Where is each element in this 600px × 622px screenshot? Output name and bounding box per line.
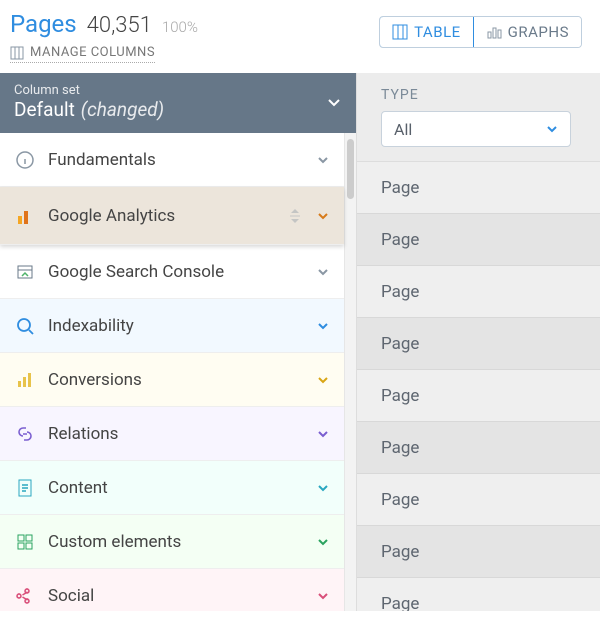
grid-icon (14, 531, 36, 553)
group-label: Social (48, 586, 316, 606)
view-table-label: TABLE (414, 23, 461, 41)
cell-type: Page (381, 594, 419, 612)
gsc-icon (14, 261, 36, 283)
share-icon (14, 585, 36, 607)
chevron-down-icon[interactable] (316, 373, 330, 387)
page-title: Pages (10, 10, 77, 38)
link-icon (14, 423, 36, 445)
chevron-down-icon[interactable] (316, 481, 330, 495)
cell-type: Page (381, 230, 419, 250)
table-row[interactable]: Page (357, 526, 600, 578)
cell-type: Page (381, 438, 419, 458)
search-icon (14, 315, 36, 337)
right-header: TYPE All (357, 73, 600, 162)
view-graphs-label: GRAPHS (508, 23, 569, 41)
page-count: 40,351 (87, 13, 152, 38)
view-toggle: TABLE GRAPHS (379, 16, 582, 48)
group-item-fundamentals[interactable]: Fundamentals (0, 133, 344, 187)
page-header: Pages 40,351 100% MANAGE COLUMNS TABLE G… (0, 0, 600, 73)
cell-type: Page (381, 490, 419, 510)
column-set-status: (changed) (81, 98, 164, 121)
type-filter-select[interactable]: All (381, 111, 571, 147)
chevron-down-icon[interactable] (316, 153, 330, 167)
group-item-ga[interactable]: Google Analytics (0, 187, 344, 245)
page-percent: 100% (162, 18, 198, 36)
group-item-conversions[interactable]: Conversions (0, 353, 344, 407)
table-row[interactable]: Page (357, 162, 600, 214)
table-row[interactable]: Page (357, 370, 600, 422)
chevron-down-icon[interactable] (316, 427, 330, 441)
cell-type: Page (381, 334, 419, 354)
group-label: Conversions (48, 370, 316, 390)
manage-columns-label: MANAGE COLUMNS (30, 45, 155, 60)
body: Column set Default (changed) Fundamental… (0, 73, 600, 611)
type-filter-value: All (394, 120, 412, 139)
group-list: Fundamentals Google Analytics Google Sea… (0, 133, 344, 611)
table-row[interactable]: Page (357, 318, 600, 370)
right-pane: TYPE All Page Page Page Page Page Page P… (356, 73, 600, 611)
doc-icon (14, 477, 36, 499)
group-label: Content (48, 478, 316, 498)
group-item-relations[interactable]: Relations (0, 407, 344, 461)
group-item-content[interactable]: Content (0, 461, 344, 515)
group-item-custom[interactable]: Custom elements (0, 515, 344, 569)
column-header-type: TYPE (381, 87, 584, 103)
table-row[interactable]: Page (357, 214, 600, 266)
group-label: Relations (48, 424, 316, 444)
ga-icon (14, 205, 36, 227)
group-item-social[interactable]: Social (0, 569, 344, 611)
drag-handle-icon[interactable] (288, 208, 302, 224)
chevron-down-icon (546, 123, 558, 135)
scrollbar-track[interactable] (344, 133, 356, 611)
view-table-button[interactable]: TABLE (379, 16, 474, 48)
manage-columns-link[interactable]: MANAGE COLUMNS (10, 44, 155, 63)
table-row[interactable]: Page (357, 474, 600, 526)
header-left: Pages 40,351 100% MANAGE COLUMNS (10, 10, 369, 63)
info-icon (14, 149, 36, 171)
chevron-down-icon (326, 94, 342, 110)
column-set-info: Column set Default (changed) (14, 83, 164, 121)
view-graphs-button[interactable]: GRAPHS (473, 17, 581, 47)
columns-icon (10, 46, 24, 60)
group-label: Custom elements (48, 532, 316, 552)
group-item-indexability[interactable]: Indexability (0, 299, 344, 353)
sidebar: Column set Default (changed) Fundamental… (0, 73, 356, 611)
column-set-name: Default (14, 98, 75, 121)
column-set-bar[interactable]: Column set Default (changed) (0, 73, 356, 133)
chevron-down-icon[interactable] (316, 319, 330, 333)
title-row: Pages 40,351 100% (10, 10, 369, 38)
group-label: Google Search Console (48, 262, 316, 282)
table-row[interactable]: Page (357, 578, 600, 611)
column-set-name-row: Default (changed) (14, 98, 164, 121)
table-row[interactable]: Page (357, 266, 600, 318)
table-row[interactable]: Page (357, 422, 600, 474)
table-icon (392, 24, 408, 40)
chevron-down-icon[interactable] (316, 265, 330, 279)
group-label: Fundamentals (48, 150, 316, 170)
cell-type: Page (381, 542, 419, 562)
column-set-label: Column set (14, 83, 164, 98)
chevron-down-icon[interactable] (316, 589, 330, 603)
sidebar-scroll: Fundamentals Google Analytics Google Sea… (0, 133, 356, 611)
bars-icon (14, 369, 36, 391)
group-label: Indexability (48, 316, 316, 336)
graphs-icon (486, 24, 502, 40)
cell-type: Page (381, 178, 419, 198)
cell-type: Page (381, 386, 419, 406)
chevron-down-icon[interactable] (316, 209, 330, 223)
chevron-down-icon[interactable] (316, 535, 330, 549)
scrollbar-thumb[interactable] (347, 139, 354, 199)
group-item-gsc[interactable]: Google Search Console (0, 245, 344, 299)
type-rows: Page Page Page Page Page Page Page Page … (357, 162, 600, 611)
cell-type: Page (381, 282, 419, 302)
group-label: Google Analytics (48, 206, 288, 226)
